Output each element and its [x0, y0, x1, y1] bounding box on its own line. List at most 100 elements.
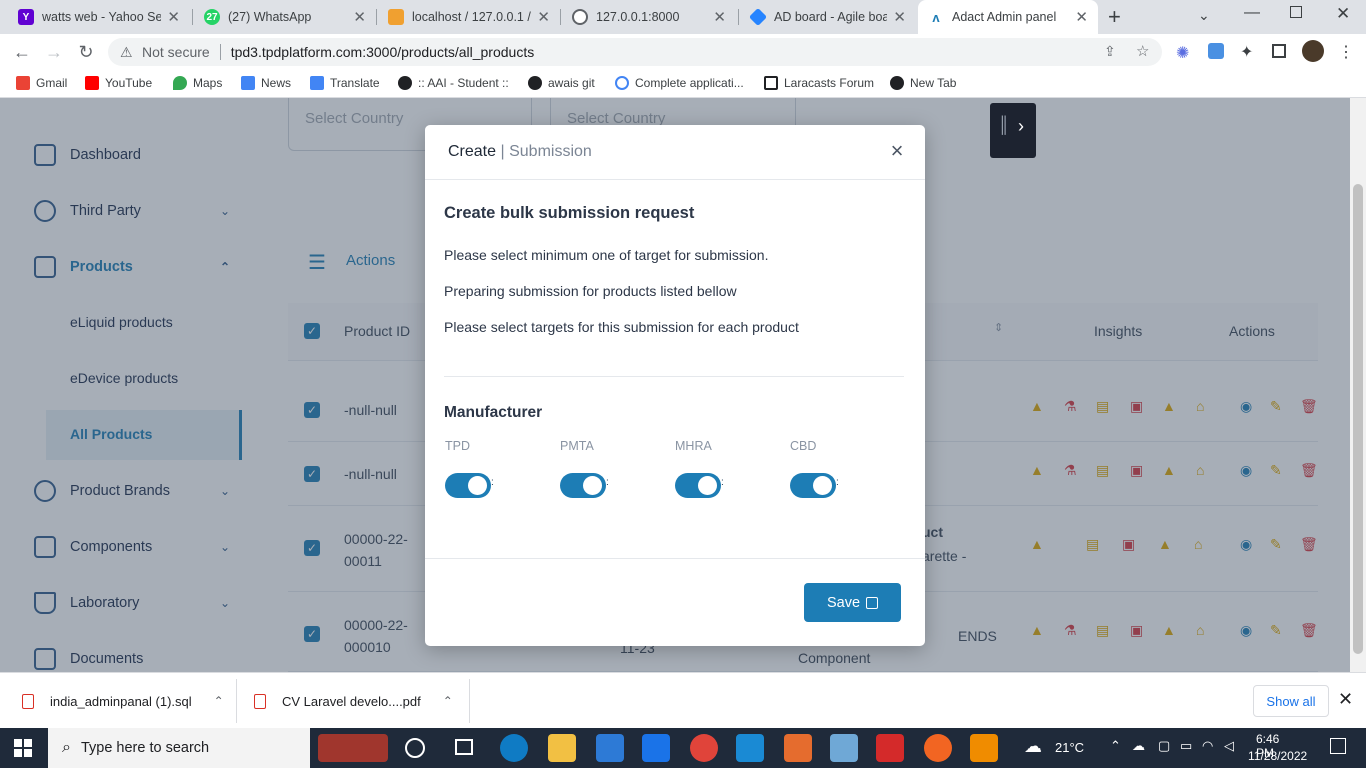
postman-icon[interactable]: [924, 734, 952, 762]
wifi-icon[interactable]: ◠: [1202, 738, 1213, 754]
scrollbar-thumb[interactable]: [1353, 184, 1363, 654]
volume-icon[interactable]: ◁: [1224, 738, 1234, 754]
share-icon[interactable]: ⇪: [1104, 43, 1116, 60]
chevron-up-icon[interactable]: ⌃: [1110, 738, 1121, 754]
bookmark-github[interactable]: awais git: [528, 76, 595, 90]
meet-icon[interactable]: ▢: [1158, 738, 1170, 754]
bookmark-label: YouTube: [105, 76, 153, 90]
browser-tab-bar: Y watts web - Yahoo Sea ✕ 27 (27) WhatsA…: [0, 0, 1366, 34]
close-icon[interactable]: ✕: [713, 8, 726, 26]
bookmark-news[interactable]: News: [241, 76, 291, 90]
bookmark-label: Translate: [330, 76, 380, 90]
close-icon[interactable]: ✕: [1075, 8, 1088, 26]
tab-whatsapp[interactable]: 27 (27) WhatsApp ✕: [194, 0, 376, 34]
sidepanel-icon[interactable]: [1272, 44, 1286, 58]
close-icon[interactable]: ✕: [537, 8, 550, 26]
weather-temp[interactable]: 21°C: [1055, 740, 1084, 755]
bookmark-google[interactable]: Complete applicati...: [615, 76, 744, 90]
menu-icon[interactable]: ⋮: [1338, 42, 1354, 62]
fi-extension-icon[interactable]: [1208, 43, 1224, 59]
file-explorer-icon[interactable]: [548, 734, 576, 762]
tab-search-icon[interactable]: ⌄: [1198, 7, 1210, 24]
toggle-tpd[interactable]: [445, 473, 491, 498]
bookmark-newtab[interactable]: New Tab: [890, 76, 956, 90]
globe-icon: [890, 76, 904, 90]
new-tab-button[interactable]: +: [1108, 4, 1121, 30]
avatar[interactable]: [1302, 40, 1324, 62]
windows-start-icon[interactable]: [14, 739, 32, 757]
taskbar-search[interactable]: ⌕ Type here to search: [48, 728, 310, 768]
puzzle-icon[interactable]: ✦: [1240, 42, 1253, 62]
url-text[interactable]: tpd3.tpdplatform.com:3000/products/all_p…: [231, 44, 535, 60]
toggle-pmta[interactable]: [560, 473, 606, 498]
tab-title: 127.0.0.1:8000: [596, 10, 680, 24]
search-placeholder: Type here to search: [80, 740, 210, 756]
notepad-icon[interactable]: [830, 734, 858, 762]
bookmark-label: Maps: [193, 76, 223, 90]
bookmark-aai[interactable]: :: AAI - Student ::: [398, 76, 509, 90]
address-bar[interactable]: ⚠ Not secure tpd3.tpdplatform.com:3000/p…: [108, 38, 1162, 66]
store-icon[interactable]: [596, 734, 624, 762]
close-icon[interactable]: ✕: [167, 8, 180, 26]
extension-icon[interactable]: ✺: [1176, 43, 1189, 63]
drag-handle-icon[interactable]: ║: [998, 117, 1009, 135]
back-icon[interactable]: ←: [10, 40, 34, 64]
bookmark-translate[interactable]: Translate: [310, 76, 380, 90]
bookmark-label: New Tab: [910, 76, 957, 90]
mail-icon[interactable]: [642, 734, 670, 762]
bookmark-label: awais git: [548, 76, 595, 90]
bookmark-gmail[interactable]: Gmail: [16, 76, 67, 90]
downloads-bar: india_adminpanal (1).sql ⌃ CV Laravel de…: [0, 672, 1366, 728]
tab-phpmyadmin[interactable]: localhost / 127.0.0.1 / ✕: [378, 0, 560, 34]
cortana-icon[interactable]: [405, 738, 425, 758]
close-icon[interactable]: ✕: [1338, 689, 1353, 710]
wps-icon[interactable]: [876, 734, 904, 762]
edge-icon[interactable]: [500, 734, 528, 762]
cloud-icon[interactable]: ☁: [1132, 738, 1145, 754]
chevron-up-icon[interactable]: ⌃: [443, 694, 453, 708]
minimize-icon[interactable]: —: [1244, 4, 1260, 22]
bookmark-youtube[interactable]: YouTube: [85, 76, 152, 90]
toggle-cbd[interactable]: [790, 473, 836, 498]
xampp-icon[interactable]: [784, 734, 812, 762]
weather-icon[interactable]: ☁: [1024, 736, 1042, 757]
vscode-icon[interactable]: [736, 734, 764, 762]
laracasts-icon: [764, 76, 778, 90]
download-item-sql[interactable]: india_adminpanal (1).sql ⌃: [22, 673, 224, 729]
close-window-icon[interactable]: ✕: [1336, 4, 1350, 24]
bookmark-laracasts[interactable]: Laracasts Forum: [764, 76, 874, 90]
save-button[interactable]: Save: [804, 583, 901, 622]
close-icon[interactable]: ✕: [353, 8, 366, 26]
page-scrollbar[interactable]: [1350, 98, 1366, 672]
tab-localhost[interactable]: 127.0.0.1:8000 ✕: [562, 0, 736, 34]
close-icon[interactable]: ×: [885, 139, 909, 163]
chrome-icon[interactable]: [690, 734, 718, 762]
close-icon[interactable]: ✕: [893, 8, 906, 26]
clock-date[interactable]: 11/28/2022: [1248, 749, 1307, 763]
not-secure-label[interactable]: Not secure: [142, 44, 210, 60]
chevron-up-icon[interactable]: ⌃: [214, 694, 224, 708]
gmail-icon: [16, 76, 30, 90]
show-all-button[interactable]: Show all: [1253, 685, 1329, 717]
panel-toggle-button[interactable]: ║ ›: [990, 103, 1036, 158]
bookmark-maps[interactable]: Maps: [173, 76, 222, 90]
toggle-mhra[interactable]: [675, 473, 721, 498]
instruction-text-3: Please select targets for this submissio…: [444, 319, 799, 335]
gift-icon[interactable]: [318, 734, 388, 762]
chevron-right-icon[interactable]: ›: [1018, 116, 1024, 137]
forward-icon[interactable]: →: [42, 40, 66, 64]
notification-icon[interactable]: [1330, 738, 1346, 754]
restore-icon[interactable]: [1290, 6, 1302, 18]
phpmyadmin-icon: [388, 9, 404, 25]
vlc-icon[interactable]: [970, 734, 998, 762]
bookmark-label: Gmail: [36, 76, 68, 90]
tab-title: localhost / 127.0.0.1 /: [412, 10, 531, 24]
tab-adact[interactable]: ʌ Adact Admin panel ✕: [918, 0, 1098, 34]
download-item-pdf[interactable]: CV Laravel develo....pdf ⌃: [254, 673, 453, 729]
reload-icon[interactable]: ↻: [74, 40, 98, 64]
tab-jira[interactable]: AD board - Agile boar ✕: [740, 0, 916, 34]
battery-icon[interactable]: ▭: [1180, 738, 1192, 754]
tab-yahoo[interactable]: Y watts web - Yahoo Sea ✕: [8, 0, 190, 34]
task-view-icon[interactable]: [455, 739, 473, 755]
star-icon[interactable]: ☆: [1136, 42, 1149, 60]
